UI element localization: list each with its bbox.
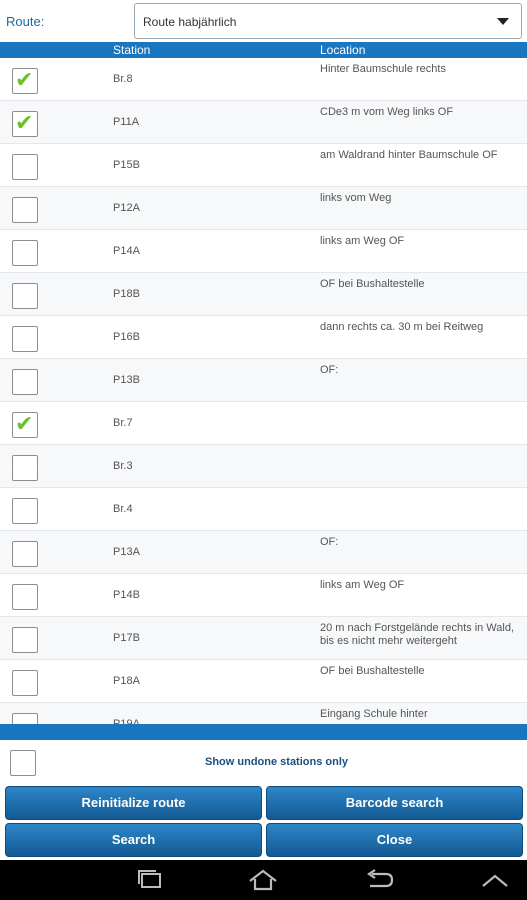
close-button[interactable]: Close xyxy=(266,823,523,857)
filter-row: Show undone stations only xyxy=(0,740,527,784)
station-id: P13A xyxy=(113,546,140,558)
station-id: Br.3 xyxy=(113,460,133,472)
station-checkbox[interactable] xyxy=(12,154,38,180)
checkmark-icon: ✔ xyxy=(15,412,34,437)
checkmark-icon: ✔ xyxy=(15,111,34,136)
station-checkbox[interactable] xyxy=(12,584,38,610)
station-id: Br.7 xyxy=(113,417,133,429)
table-row[interactable]: ✔ Br.8 Hinter Baumschule rechts xyxy=(0,58,527,101)
station-id: P12A xyxy=(113,202,140,214)
station-location: links am Weg OF xyxy=(320,579,405,591)
station-checkbox[interactable] xyxy=(12,240,38,266)
station-location: 20 m nach Forstgelände rechts in Wald, b… xyxy=(320,622,515,647)
table-header: Station Location xyxy=(0,42,527,58)
table-row[interactable]: P12A links vom Weg xyxy=(0,187,527,230)
route-dropdown-value: Route habjährlich xyxy=(143,15,237,29)
column-header-station: Station xyxy=(113,43,151,57)
station-location: OF: xyxy=(320,364,339,376)
route-dropdown[interactable]: Route habjährlich xyxy=(134,3,522,39)
station-id: P13B xyxy=(113,374,140,386)
station-id: Br.8 xyxy=(113,73,133,85)
table-row[interactable]: ✔ Br.7 xyxy=(0,402,527,445)
table-row[interactable]: P16B dann rechts ca. 30 m bei Reitweg xyxy=(0,316,527,359)
station-location: Eingang Schule hinter xyxy=(320,708,428,720)
station-list[interactable]: ✔ Br.8 Hinter Baumschule rechts ✔ P11A CDe3 m… xyxy=(0,58,527,724)
table-row[interactable]: P17B 20 m nach Forstgelände rechts in Wal… xyxy=(0,617,527,660)
show-undone-label[interactable]: Show undone stations only xyxy=(205,756,348,768)
station-id: P15B xyxy=(113,159,140,171)
station-location: OF bei Bushaltestelle xyxy=(320,665,425,677)
table-row[interactable]: P18A OF bei Bushaltestelle xyxy=(0,660,527,703)
station-checkbox[interactable]: ✔ xyxy=(12,68,38,94)
station-location: links vom Weg xyxy=(320,192,392,204)
system-navigation-bar xyxy=(0,860,527,900)
station-checkbox[interactable] xyxy=(12,369,38,395)
station-id: P11A xyxy=(113,116,140,128)
station-id: P14A xyxy=(113,245,140,257)
station-id: P18B xyxy=(113,288,140,300)
station-checkbox[interactable] xyxy=(12,498,38,524)
table-row[interactable]: P18B OF bei Bushaltestelle xyxy=(0,273,527,316)
column-header-location: Location xyxy=(320,43,366,57)
table-row[interactable]: ✔ P11A CDe3 m vom Weg links OF xyxy=(0,101,527,144)
station-checkbox[interactable] xyxy=(12,326,38,352)
station-location: OF: xyxy=(320,536,339,548)
table-row[interactable]: P14B links am Weg OF xyxy=(0,574,527,617)
station-checkbox[interactable] xyxy=(12,713,38,724)
station-checkbox[interactable] xyxy=(12,455,38,481)
table-row[interactable]: P19A Eingang Schule hinter xyxy=(0,703,527,724)
barcode-search-button[interactable]: Barcode search xyxy=(266,786,523,820)
station-checkbox[interactable]: ✔ xyxy=(12,412,38,438)
checkmark-icon: ✔ xyxy=(15,68,34,93)
table-row[interactable]: P13B OF: xyxy=(0,359,527,402)
reinitialize-route-button[interactable]: Reinitialize route xyxy=(5,786,262,820)
home-icon[interactable] xyxy=(246,868,280,892)
station-checkbox[interactable] xyxy=(12,541,38,567)
station-id: P17B xyxy=(113,632,140,644)
station-checkbox[interactable] xyxy=(12,627,38,653)
station-id: Br.4 xyxy=(113,503,133,515)
station-location: OF bei Bushaltestelle xyxy=(320,278,425,290)
table-row[interactable]: P13A OF: xyxy=(0,531,527,574)
station-location: links am Weg OF xyxy=(320,235,405,247)
table-row[interactable]: Br.3 xyxy=(0,445,527,488)
table-row[interactable]: P15B am Waldrand hinter Baumschule OF xyxy=(0,144,527,187)
station-location: Hinter Baumschule rechts xyxy=(320,63,446,75)
station-location: CDe3 m vom Weg links OF xyxy=(320,106,454,118)
station-checkbox[interactable]: ✔ xyxy=(12,111,38,137)
station-checkbox[interactable] xyxy=(12,283,38,309)
route-bar: Route: Route habjährlich xyxy=(0,0,527,42)
station-id: P14B xyxy=(113,589,140,601)
up-icon[interactable] xyxy=(478,868,512,892)
search-button[interactable]: Search xyxy=(5,823,262,857)
show-undone-checkbox[interactable] xyxy=(10,750,36,776)
station-checkbox[interactable] xyxy=(12,670,38,696)
back-icon[interactable] xyxy=(362,868,396,892)
station-checkbox[interactable] xyxy=(12,197,38,223)
table-row[interactable]: Br.4 xyxy=(0,488,527,531)
list-footer-bar xyxy=(0,724,527,740)
table-row[interactable]: P14A links am Weg OF xyxy=(0,230,527,273)
chevron-down-icon xyxy=(497,18,509,25)
station-location: dann rechts ca. 30 m bei Reitweg xyxy=(320,321,484,333)
recent-apps-icon[interactable] xyxy=(133,868,167,892)
station-id: P16B xyxy=(113,331,140,343)
station-id: P18A xyxy=(113,675,140,687)
route-label: Route: xyxy=(6,14,45,29)
station-location: am Waldrand hinter Baumschule OF xyxy=(320,149,498,161)
